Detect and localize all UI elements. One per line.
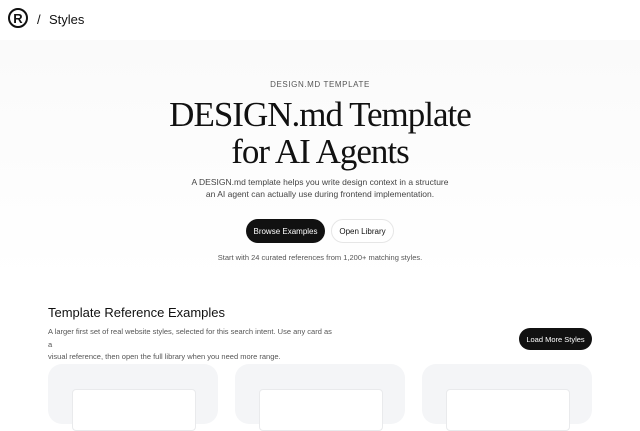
style-card[interactable]	[48, 364, 218, 431]
examples-description-line-2: visual reference, then open the full lib…	[48, 352, 281, 361]
page-title-line-2: for AI Agents	[231, 132, 410, 171]
breadcrumb-separator: /	[37, 12, 41, 27]
hero-subtitle-line-1: A DESIGN.md template helps you write des…	[191, 177, 449, 187]
examples-description-line-1: A larger first set of real website style…	[48, 327, 332, 349]
brand-logo-icon[interactable]: R	[8, 8, 28, 28]
hero-subtitle: A DESIGN.md template helps you write des…	[190, 176, 450, 200]
style-card-preview	[72, 389, 196, 431]
open-library-button[interactable]: Open Library	[331, 219, 394, 243]
browse-examples-button[interactable]: Browse Examples	[246, 219, 325, 243]
hero-subtitle-line-2: an AI agent can actually use during fron…	[205, 189, 435, 199]
page-title-line-1: DESIGN.md Template	[169, 95, 472, 134]
top-nav: R / Styles	[0, 0, 640, 41]
examples-section-description: A larger first set of real website style…	[48, 326, 338, 364]
style-card[interactable]	[422, 364, 592, 431]
hero-eyebrow: DESIGN.MD TEMPLATE	[270, 80, 370, 89]
hero-hint-text: Start with 24 curated references from 1,…	[217, 253, 423, 262]
page-title: DESIGN.md Template for AI Agents	[0, 96, 640, 170]
style-card[interactable]	[235, 364, 405, 431]
breadcrumb-current-page[interactable]: Styles	[49, 12, 84, 27]
style-card-preview	[259, 389, 383, 431]
examples-section-title: Template Reference Examples	[48, 305, 226, 320]
load-more-styles-button[interactable]: Load More Styles	[519, 328, 592, 350]
style-card-preview	[446, 389, 570, 431]
